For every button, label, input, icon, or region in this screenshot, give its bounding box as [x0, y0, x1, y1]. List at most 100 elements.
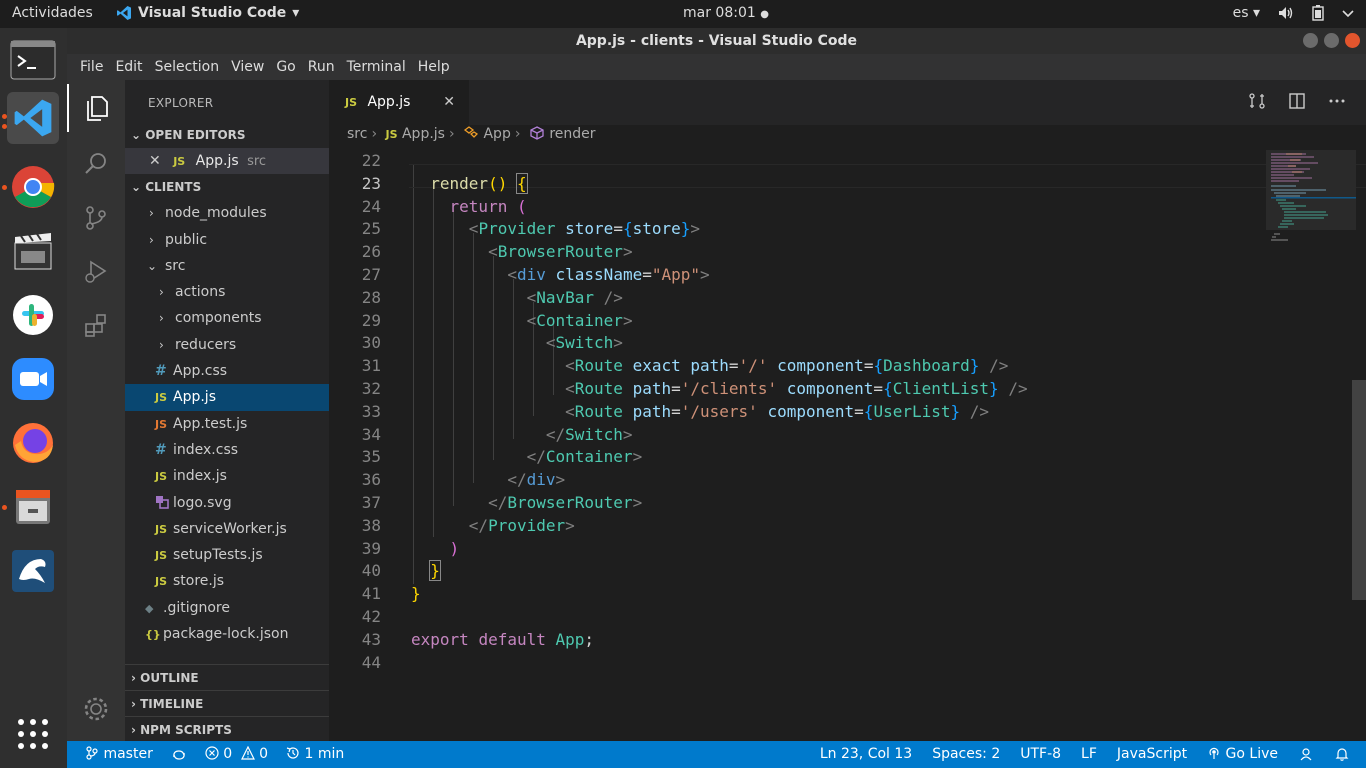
open-editors-header[interactable]: ⌄ OPEN EDITORS: [125, 122, 329, 148]
run-debug-activity[interactable]: [67, 248, 125, 296]
split-editor-icon[interactable]: [1288, 92, 1306, 110]
code-line: 36 </div>: [329, 469, 1259, 492]
tree-file-app-css[interactable]: # App.css: [125, 358, 329, 384]
timer-indicator[interactable]: 1 min: [286, 746, 344, 762]
tree-folder-components[interactable]: › components: [125, 305, 329, 331]
app-menu[interactable]: Visual Studio Code ▾: [116, 5, 299, 21]
menu-go[interactable]: Go: [270, 59, 301, 75]
dock-zoom[interactable]: [7, 353, 59, 405]
tree-file-index-js[interactable]: JS index.js: [125, 463, 329, 489]
show-applications-button[interactable]: [7, 708, 59, 760]
editor-group: JS App.js ✕ src › JS App.js › App › render: [329, 80, 1366, 741]
tree-file-gitignore[interactable]: ◆ .gitignore: [125, 595, 329, 621]
close-icon[interactable]: ✕: [149, 153, 161, 169]
dock-mysql-workbench[interactable]: [7, 545, 59, 597]
problems-indicator[interactable]: 0 0: [205, 745, 268, 762]
extensions-activity[interactable]: [67, 302, 125, 350]
indentation[interactable]: Spaces: 2: [932, 746, 1000, 762]
breadcrumb-class[interactable]: App: [483, 126, 510, 142]
tree-file-setuptests-js[interactable]: JS setupTests.js: [125, 542, 329, 568]
code-token: path: [632, 401, 672, 421]
language-mode[interactable]: JavaScript: [1117, 746, 1187, 762]
menu-selection[interactable]: Selection: [149, 59, 226, 75]
source-control-activity[interactable]: [67, 194, 125, 242]
line-number: 31: [361, 356, 381, 376]
timeline-header[interactable]: › TIMELINE: [125, 691, 329, 717]
tree-folder-actions[interactable]: › actions: [125, 279, 329, 305]
feedback-icon[interactable]: [1298, 746, 1314, 762]
power-menu-chevron-icon[interactable]: [1342, 8, 1354, 18]
code-line: 44: [329, 652, 1259, 675]
dock-terminal[interactable]: [7, 34, 59, 86]
system-top-bar: Actividades Visual Studio Code ▾ mar 08:…: [0, 0, 1366, 28]
tree-file-package-lock-json[interactable]: {} package-lock.json: [125, 621, 329, 647]
tree-file-index-css[interactable]: # index.css: [125, 437, 329, 463]
maximize-button[interactable]: [1324, 33, 1339, 48]
minimize-button[interactable]: [1303, 33, 1318, 48]
tree-file-logo-svg[interactable]: logo.svg: [125, 490, 329, 516]
close-button[interactable]: [1345, 33, 1360, 48]
window-titlebar[interactable]: App.js - clients - Visual Studio Code: [67, 28, 1366, 54]
section-label: CLIENTS: [145, 180, 202, 195]
dock-vscode[interactable]: [7, 92, 59, 144]
manage-activity[interactable]: [67, 685, 125, 733]
tree-file-store-js[interactable]: JS store.js: [125, 568, 329, 594]
firefox-icon: [13, 423, 53, 463]
chevron-down-icon: ⌄: [147, 258, 158, 273]
branch-indicator[interactable]: master: [85, 746, 153, 762]
tree-folder-node_modules[interactable]: › node_modules: [125, 200, 329, 226]
line-number: 37: [361, 492, 381, 512]
open-editor-item[interactable]: ✕ JS App.js src: [125, 148, 329, 175]
tab-app-js[interactable]: JS App.js ✕: [329, 80, 469, 125]
dock-video-editor[interactable]: [7, 225, 59, 277]
minimap[interactable]: [1266, 150, 1366, 741]
menu-view[interactable]: View: [225, 59, 270, 75]
battery-icon[interactable]: [1312, 5, 1324, 21]
sync-icon[interactable]: [171, 748, 187, 762]
section-label: NPM SCRIPTS: [140, 723, 232, 737]
line-number: 28: [361, 287, 381, 307]
tree-file-app-test-js[interactable]: JS App.test.js: [125, 411, 329, 437]
clock[interactable]: mar 08:01 ●: [683, 5, 769, 21]
npm-scripts-header[interactable]: › NPM SCRIPTS: [125, 717, 329, 741]
open-changes-icon[interactable]: [1248, 92, 1266, 110]
bell-icon[interactable]: [1334, 746, 1350, 762]
breadcrumb-folder[interactable]: src: [347, 126, 367, 142]
menu-file[interactable]: File: [74, 59, 109, 75]
tree-file-serviceworker-js[interactable]: JS serviceWorker.js: [125, 516, 329, 542]
volume-icon[interactable]: [1278, 6, 1294, 20]
encoding[interactable]: UTF-8: [1020, 746, 1061, 762]
vertical-scrollbar[interactable]: [1352, 380, 1366, 600]
cursor-position[interactable]: Ln 23, Col 13: [820, 746, 912, 762]
breadcrumb-file[interactable]: App.js: [402, 126, 445, 142]
dock-files[interactable]: [7, 481, 59, 533]
search-activity[interactable]: [67, 140, 125, 188]
end-of-line[interactable]: LF: [1081, 746, 1097, 762]
tree-folder-src[interactable]: ⌄ src: [125, 253, 329, 279]
go-live-button[interactable]: Go Live: [1207, 746, 1278, 762]
dock: [0, 28, 67, 768]
dock-firefox[interactable]: [7, 417, 59, 469]
workspace-header[interactable]: ⌄ CLIENTS: [125, 174, 329, 200]
chevron-right-icon: ›: [159, 311, 164, 326]
vscode-icon: [117, 6, 131, 20]
menu-edit[interactable]: Edit: [109, 59, 148, 75]
menu-terminal[interactable]: Terminal: [341, 59, 412, 75]
outline-header[interactable]: › OUTLINE: [125, 665, 329, 691]
language-indicator[interactable]: es ▾: [1233, 5, 1260, 21]
breadcrumb-method[interactable]: render: [549, 126, 595, 142]
tree-file-app-js[interactable]: JS App.js: [125, 384, 329, 411]
close-icon[interactable]: ✕: [443, 80, 455, 125]
js-file-icon: JS: [155, 575, 168, 589]
activities-button[interactable]: Actividades: [12, 5, 93, 21]
menu-help[interactable]: Help: [412, 59, 456, 75]
chevron-right-icon: ›: [159, 337, 164, 352]
more-actions-icon[interactable]: [1328, 92, 1346, 110]
explorer-activity[interactable]: [67, 84, 125, 132]
menu-run[interactable]: Run: [302, 59, 341, 75]
dock-chrome[interactable]: [7, 161, 59, 213]
tree-folder-reducers[interactable]: › reducers: [125, 332, 329, 358]
dock-slack[interactable]: [7, 289, 59, 341]
tree-folder-public[interactable]: › public: [125, 227, 329, 253]
code-editor[interactable]: 22 23 render() { 24 return ( 25 <Provide…: [329, 150, 1366, 741]
